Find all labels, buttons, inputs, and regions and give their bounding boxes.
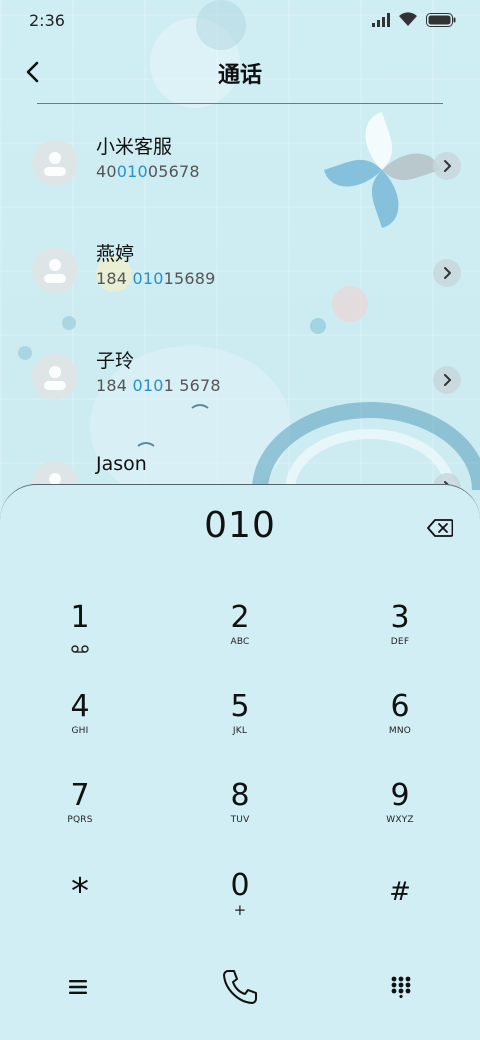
chevron-right-icon — [443, 267, 451, 279]
person-icon — [44, 152, 66, 176]
page-title: 通话 — [217, 63, 262, 88]
dial-key-7[interactable]: 7 PQRS — [20, 775, 140, 855]
voicemail-icon — [71, 638, 89, 657]
avatar — [32, 247, 78, 293]
key-digit: * — [71, 871, 89, 912]
backspace-icon — [427, 519, 453, 537]
contact-detail-button[interactable] — [433, 152, 461, 180]
key-letters: MNO — [388, 726, 412, 736]
key-letters: PQRS — [67, 815, 93, 825]
status-icons — [372, 11, 456, 31]
dial-key-0[interactable]: 0 + — [180, 865, 300, 945]
key-digit: 5 — [230, 689, 250, 724]
status-time: 2:36 — [29, 11, 65, 30]
dial-key-1[interactable]: 1 — [20, 597, 140, 677]
contact-name: 子玲 — [96, 350, 135, 372]
dialpad-toggle-button[interactable] — [373, 959, 429, 1015]
contact-name: 燕婷 — [96, 243, 135, 265]
contact-number: 4001005678 — [96, 162, 200, 181]
chevron-right-icon — [443, 374, 451, 386]
number-segment: 05678 — [147, 162, 200, 181]
person-icon — [44, 259, 66, 283]
dial-key-5[interactable]: 5 JKL — [180, 686, 300, 766]
dial-key-3[interactable]: 3 DEF — [340, 597, 460, 677]
key-digit: 7 — [70, 778, 90, 813]
key-letters: + — [233, 901, 247, 919]
contact-row[interactable]: 小米客服 4001005678 — [0, 124, 480, 220]
key-digit: # — [389, 877, 411, 907]
key-letters: ABC — [230, 637, 250, 647]
dial-key-6[interactable]: 6 MNO — [340, 686, 460, 766]
contact-number: 184 01015689 — [96, 269, 215, 288]
contact-detail-button[interactable] — [433, 366, 461, 394]
call-icon — [223, 970, 257, 1004]
dialed-number: 010 — [204, 505, 276, 546]
backspace-button[interactable] — [422, 513, 458, 543]
header: 通话 — [0, 44, 480, 100]
battery-icon — [426, 12, 456, 31]
number-match-highlight: 010 — [116, 162, 148, 181]
key-digit: 6 — [390, 689, 410, 724]
dialpad-panel: 010 1 2 ABC 3 DEF 4 GHI 5 JKL 6 MNO 7 PQRS 8 TUV 9 WXYZ *… — [0, 484, 480, 1040]
number-match-highlight: 010 — [132, 376, 164, 395]
key-digit: 2 — [230, 600, 250, 635]
key-letters: JKL — [232, 726, 248, 736]
dial-key-hash[interactable]: # — [340, 865, 460, 945]
contact-name: Jason — [96, 453, 147, 475]
call-button[interactable] — [212, 959, 268, 1015]
contact-row[interactable]: 子玲 184 0101 5678 — [0, 338, 480, 434]
dial-key-9[interactable]: 9 WXYZ — [340, 775, 460, 855]
status-bar: 2:36 — [0, 0, 480, 42]
contact-detail-button[interactable] — [433, 259, 461, 287]
key-letters: TUV — [230, 815, 250, 825]
key-letters: GHI — [71, 726, 89, 736]
key-letters: WXYZ — [386, 815, 414, 825]
menu-button[interactable] — [50, 959, 106, 1015]
dial-key-star[interactable]: * — [20, 865, 140, 945]
key-digit: 0 — [230, 868, 250, 903]
key-letters: DEF — [390, 637, 410, 647]
number-segment: 184 — [96, 269, 133, 288]
key-digit: 9 — [390, 778, 410, 813]
menu-icon — [69, 980, 87, 994]
key-digit: 3 — [390, 600, 410, 635]
number-segment: 40 — [96, 162, 117, 181]
avatar — [32, 354, 78, 400]
number-segment: 1 5678 — [163, 376, 221, 395]
dial-key-2[interactable]: 2 ABC — [180, 597, 300, 677]
key-digit: 1 — [70, 600, 90, 635]
dialpad-icon — [391, 976, 411, 998]
dial-key-4[interactable]: 4 GHI — [20, 686, 140, 766]
dial-key-8[interactable]: 8 TUV — [180, 775, 300, 855]
person-icon — [44, 366, 66, 390]
key-digit: 8 — [230, 778, 250, 813]
chevron-right-icon — [443, 160, 451, 172]
number-match-highlight: 010 — [132, 269, 164, 288]
signal-icon — [372, 12, 390, 31]
wifi-icon — [398, 11, 418, 31]
header-divider — [37, 103, 443, 104]
key-digit: 4 — [70, 689, 90, 724]
contact-name: 小米客服 — [96, 136, 173, 158]
phone-screen: 2:36 通话 小米客服 4001005678 燕婷 184 01015689 子玲 18… — [0, 0, 480, 1040]
contact-row[interactable]: 燕婷 184 01015689 — [0, 231, 480, 327]
contact-number: 184 0101 5678 — [96, 376, 221, 395]
number-segment: 184 — [96, 376, 133, 395]
number-segment: 15689 — [163, 269, 216, 288]
avatar — [32, 140, 78, 186]
